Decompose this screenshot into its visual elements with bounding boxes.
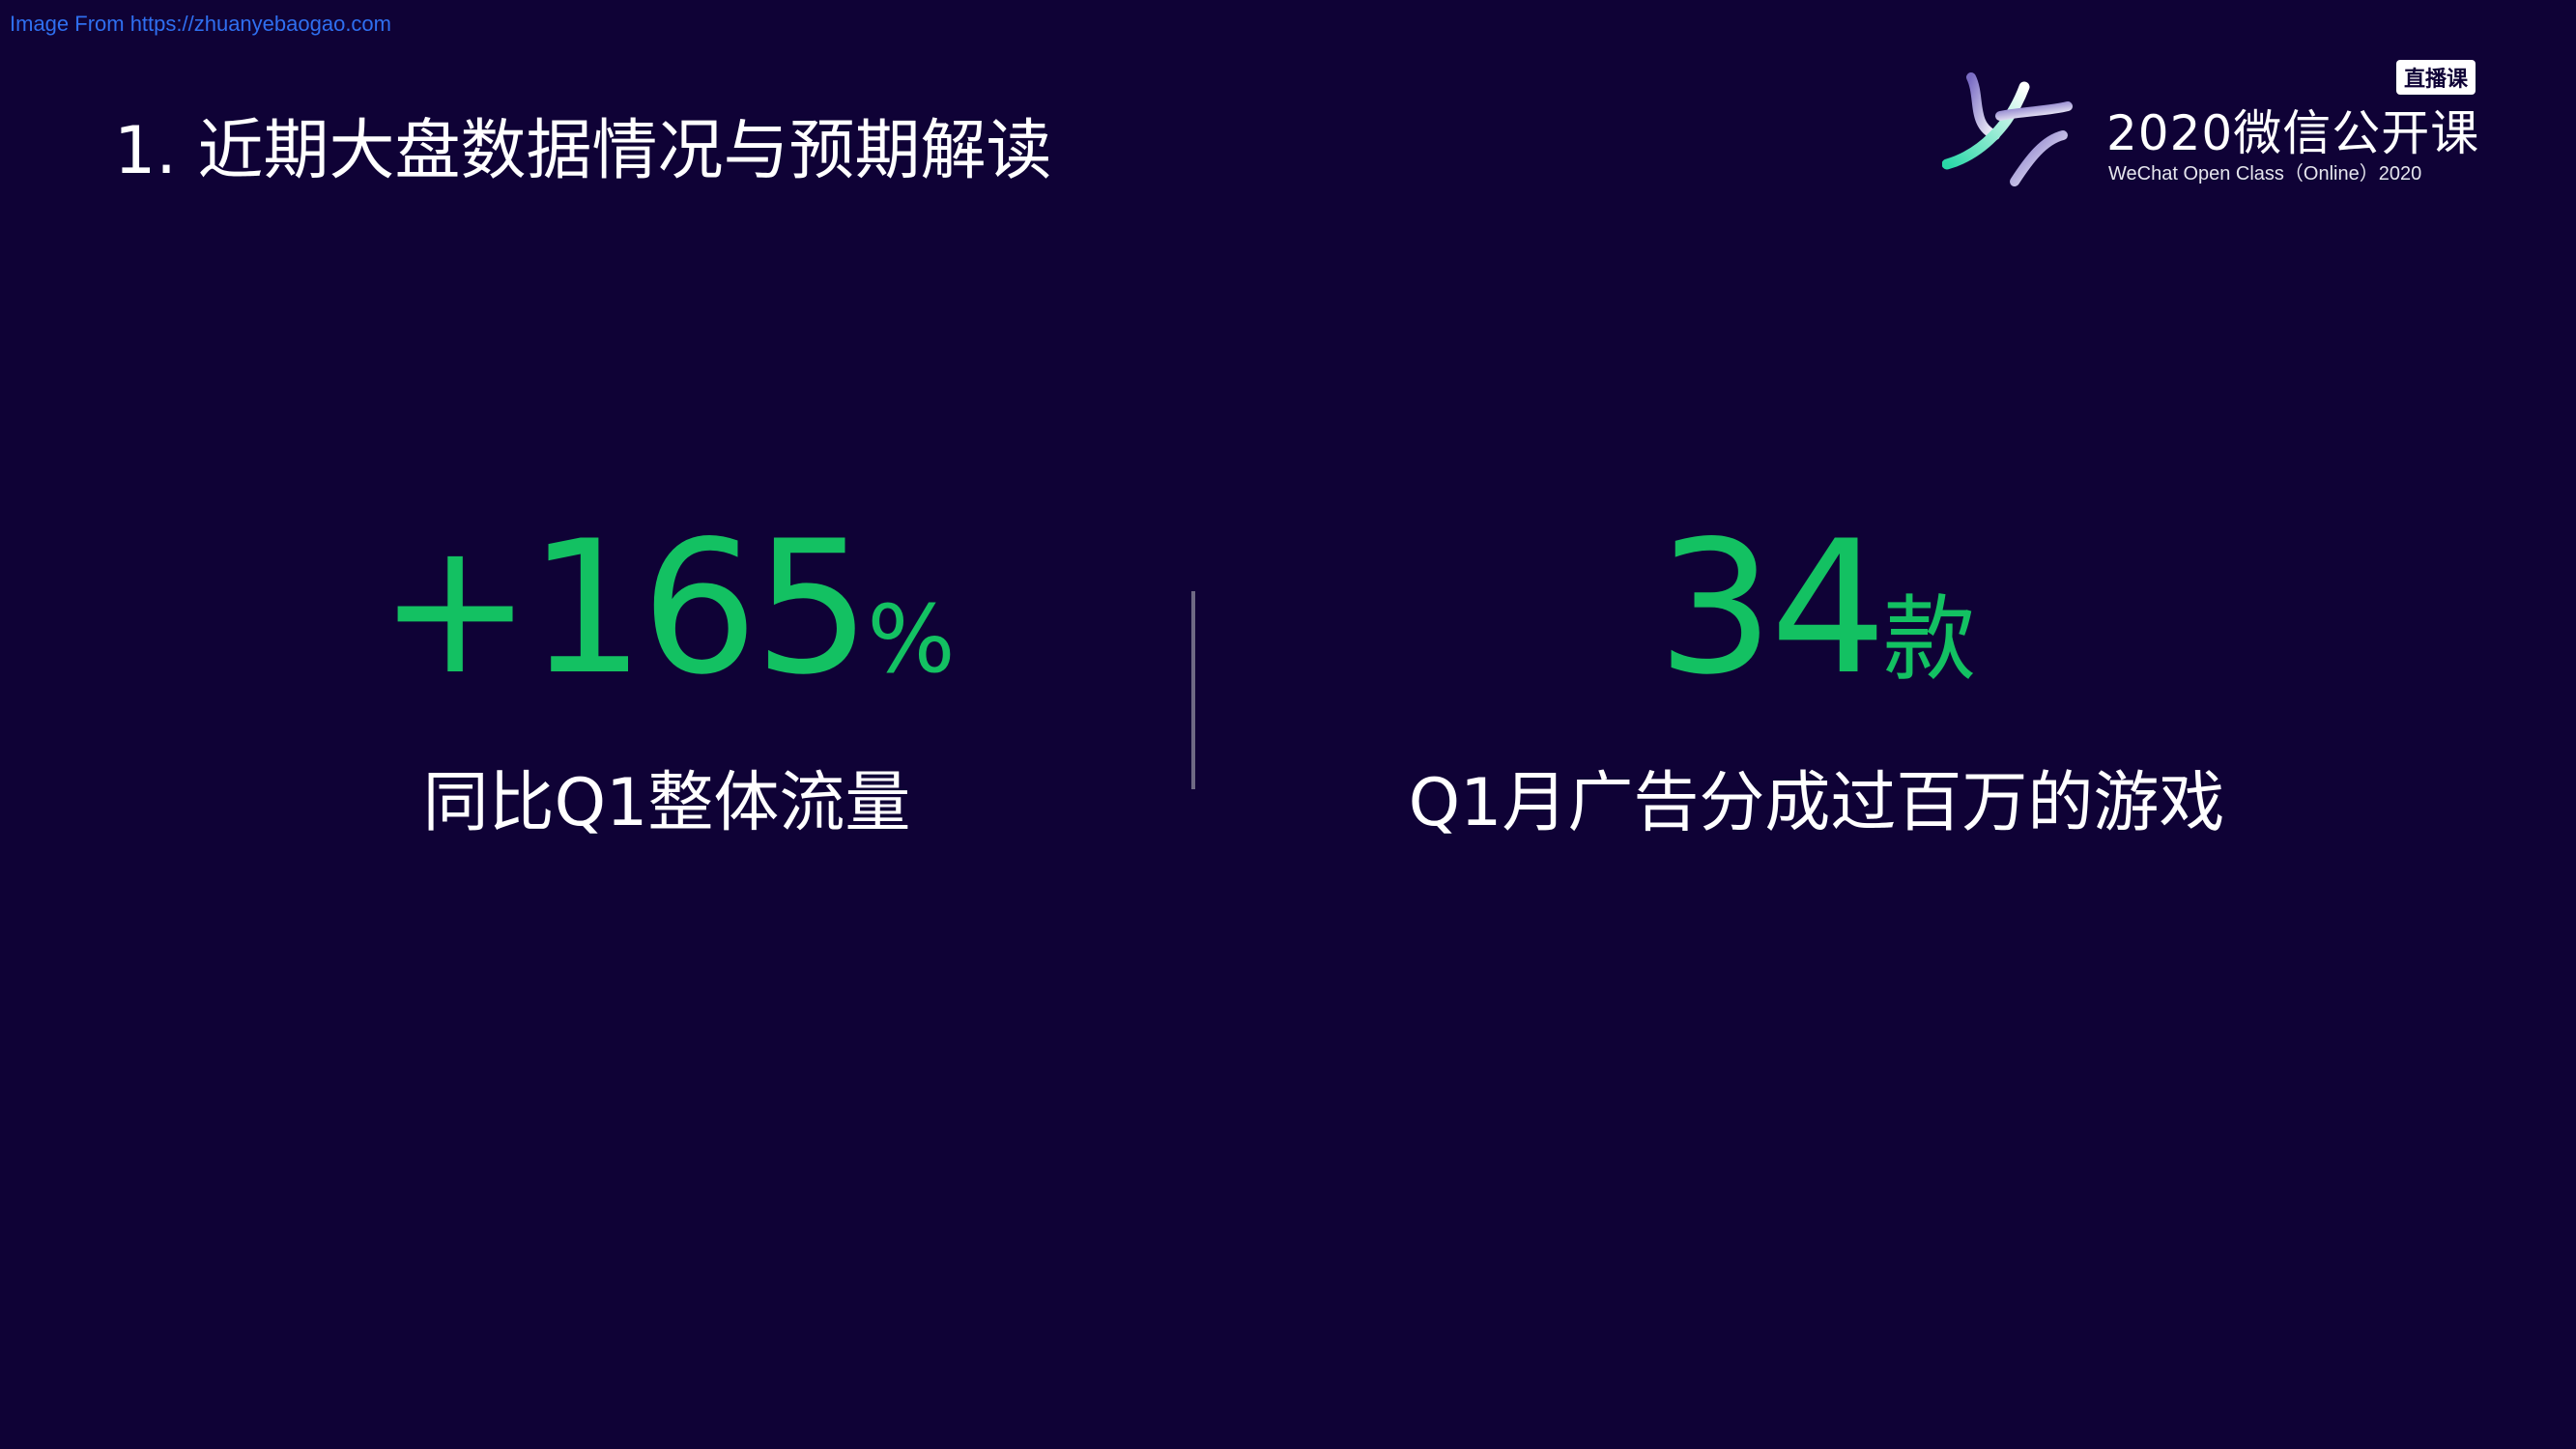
- stat-unit: %: [867, 585, 956, 694]
- logo-subtitle: WeChat Open Class（Online）2020: [2108, 163, 2422, 185]
- stat-value: 34款: [1382, 517, 2251, 700]
- stat-number: 34: [1657, 501, 1887, 715]
- logo-title: 2020微信公开课: [2106, 105, 2480, 161]
- live-course-badge: 直播课: [2396, 60, 2476, 95]
- wechat-open-class-logo: 直播课 2020微信公开课 WeChat Open Class（Online）2…: [1942, 58, 2483, 193]
- divider: [1191, 591, 1195, 789]
- source-watermark: Image From https://zhuanyebaogao.com: [10, 12, 391, 36]
- stat-value: +165%: [290, 517, 1044, 700]
- stat-label: 同比Q1整体流量: [422, 765, 911, 841]
- stat-unit: 款: [1882, 585, 1976, 694]
- slide-title: 1. 近期大盘数据情况与预期解读: [114, 113, 1052, 189]
- stat-number: +165: [378, 501, 871, 715]
- stat-label: Q1月广告分成过百万的游戏: [1408, 765, 2225, 841]
- wechat-open-class-logo-icon: [1942, 72, 2073, 186]
- stat-million-games: 34款 Q1月广告分成过百万的游戏: [1382, 517, 2251, 844]
- stat-traffic-growth: +165% 同比Q1整体流量: [290, 517, 1044, 844]
